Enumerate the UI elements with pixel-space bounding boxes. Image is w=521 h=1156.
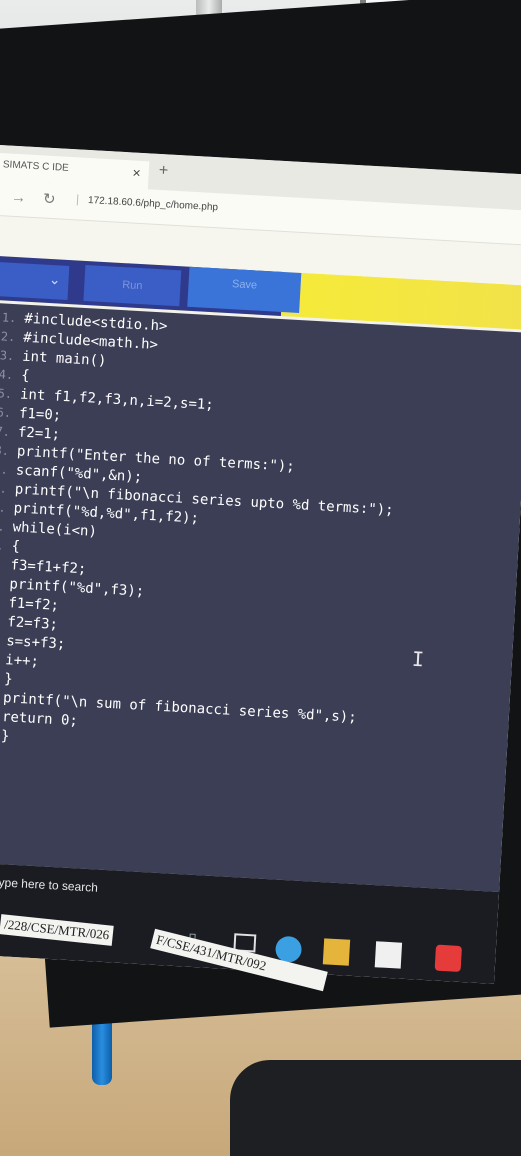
save-button[interactable]: Save	[187, 266, 302, 313]
line-number: 8.	[0, 443, 10, 458]
chevron-down-icon: ⌄	[48, 270, 62, 288]
line-number: 1.	[1, 310, 17, 326]
code-line[interactable]: 14. f3=f1+f2;	[0, 555, 87, 578]
code-text: s=s+f3;	[5, 633, 66, 653]
line-number: 14.	[0, 556, 3, 572]
line-number: 13.	[0, 537, 5, 553]
code-line[interactable]: 16. f1=f2;	[0, 593, 59, 615]
code-line[interactable]: 23.}	[0, 726, 10, 745]
line-number: 9.	[0, 462, 9, 477]
code-text: i++;	[4, 652, 40, 670]
code-line[interactable]: 17.f2=f3;	[0, 612, 58, 634]
url-field[interactable]: 172.18.60.6/php_c/home.php	[76, 194, 219, 214]
code-text: f2=f3;	[6, 614, 59, 633]
code-line[interactable]: 13. {	[0, 536, 20, 555]
chrome-icon[interactable]	[434, 944, 463, 972]
line-number: 15.	[0, 575, 2, 591]
code-text: return 0;	[1, 709, 79, 730]
code-text: {	[20, 367, 31, 384]
monitor-screen: SIMATS C IDE × + → ↻ 172.18.60.6/php_c/h…	[0, 145, 521, 984]
run-button[interactable]: Run	[83, 264, 182, 307]
line-number: 11.	[0, 499, 7, 515]
line-number: 5.	[0, 386, 13, 402]
line-number: 4.	[0, 367, 14, 383]
code-text: f3=f1+f2;	[10, 557, 87, 578]
code-line[interactable]: 19.i++;	[0, 650, 40, 671]
new-tab-icon[interactable]: +	[158, 162, 168, 180]
code-text: }	[3, 671, 14, 688]
code-text: }	[0, 727, 10, 745]
tab-title: SIMATS C IDE	[2, 159, 70, 174]
file-explorer-icon[interactable]	[322, 938, 351, 966]
line-number: 7.	[0, 424, 11, 439]
refresh-icon[interactable]: ↻	[43, 190, 57, 209]
search-placeholder: Type here to search	[0, 874, 99, 895]
tab-close-icon[interactable]: ×	[132, 164, 141, 180]
taskbar-search[interactable]: Type here to search	[0, 872, 98, 897]
language-dropdown[interactable]: ⌄	[0, 261, 70, 301]
code-line[interactable]: 6. f1=0;	[0, 404, 62, 425]
line-number: 3.	[0, 348, 15, 364]
forward-icon[interactable]: →	[11, 189, 27, 207]
code-line[interactable]: 20.}	[0, 669, 13, 688]
text-cursor-icon: I	[411, 646, 425, 672]
code-text: while(i<n)	[12, 519, 98, 540]
code-editor[interactable]: I 1. #include<stdio.h> 2. #include<math.h> 3…	[0, 302, 521, 893]
monitor-stand	[230, 1060, 521, 1156]
code-text: {	[11, 538, 21, 555]
code-text: f2=1;	[17, 424, 61, 443]
code-text: int main()	[21, 348, 107, 370]
code-line[interactable]: 7. f2=1;	[0, 423, 61, 444]
code-text: f1=f2;	[7, 595, 60, 614]
line-number: 16.	[0, 594, 1, 610]
line-number: 12.	[0, 518, 6, 534]
line-number: 6.	[0, 405, 12, 421]
line-number: 2.	[0, 329, 16, 345]
code-line[interactable]: 4. {	[0, 366, 30, 385]
store-icon[interactable]	[374, 941, 403, 969]
code-text: f1=0;	[18, 405, 62, 424]
code-line[interactable]: 18.s=s+f3;	[0, 631, 66, 653]
line-number: 10.	[0, 480, 8, 496]
